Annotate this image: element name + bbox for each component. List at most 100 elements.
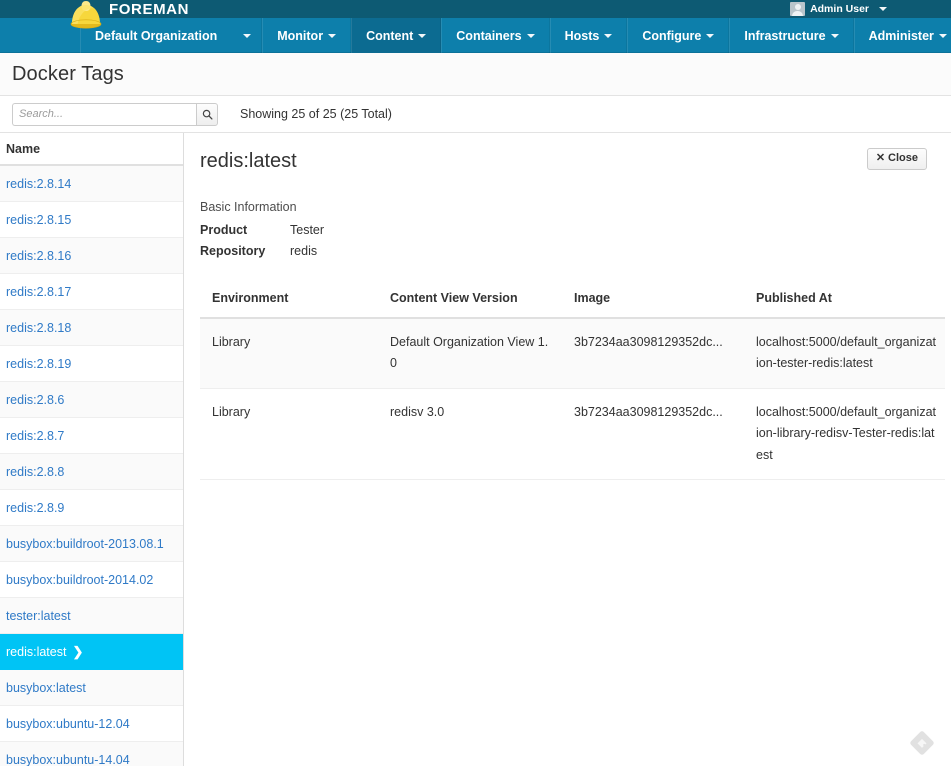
nav-item-configure[interactable]: Configure — [627, 18, 729, 53]
list-item-label: busybox:ubuntu-14.04 — [6, 753, 130, 767]
cell-image: 3b7234aa3098129352dc... — [562, 318, 744, 389]
field-repository-value: redis — [290, 244, 317, 258]
chevron-down-icon — [939, 34, 947, 38]
nav-item-hosts[interactable]: Hosts — [550, 18, 628, 53]
list-item[interactable]: redis:2.8.19 ❯ — [0, 346, 183, 382]
list-item[interactable]: redis:2.8.16 ❯ — [0, 238, 183, 274]
table-header: Environment Content View Version Image P… — [200, 291, 945, 318]
cell-content-view-version: redisv 3.0 — [378, 388, 562, 480]
chevron-down-icon — [328, 34, 336, 38]
nav-label-administer: Administer — [869, 29, 934, 43]
cell-published-at: localhost:5000/default_organization-test… — [744, 318, 945, 389]
nav-item-infrastructure[interactable]: Infrastructure — [729, 18, 853, 53]
column-header-published-at: Published At — [744, 291, 945, 318]
nav-item-administer[interactable]: Administer — [854, 18, 951, 53]
cell-environment: Library — [200, 318, 378, 389]
nav-item-content[interactable]: Content — [351, 18, 441, 53]
search-icon — [202, 109, 213, 120]
list-item[interactable]: redis:2.8.6 ❯ — [0, 382, 183, 418]
list-item-label: redis:2.8.18 — [6, 321, 71, 335]
list-item-label: redis:2.8.17 — [6, 285, 71, 299]
cell-environment: Library — [200, 388, 378, 480]
table-body: Library Default Organization View 1.0 3b… — [200, 318, 945, 480]
feed-badge-icon[interactable] — [909, 730, 935, 756]
tag-list-sidebar: Name redis:2.8.14 ❯ redis:2.8.15 ❯ redis… — [0, 133, 184, 766]
close-button-label: Close — [888, 152, 918, 164]
page-title: Docker Tags — [12, 63, 124, 86]
detail-panel: redis:latest ✕Close Basic Information Pr… — [184, 133, 951, 766]
field-repository: Repository redis — [200, 244, 951, 258]
caret-down-icon — [879, 7, 887, 11]
result-count-label: Showing 25 of 25 (25 Total) — [240, 107, 392, 121]
list-item[interactable]: busybox:buildroot-2014.02 ❯ — [0, 562, 183, 598]
list-item[interactable]: busybox:latest ❯ — [0, 670, 183, 706]
user-avatar-icon — [790, 2, 805, 16]
hardhat-icon — [69, 0, 103, 29]
list-item-label: redis:2.8.15 — [6, 213, 71, 227]
field-product-label: Product — [200, 223, 290, 237]
table-header-row: Environment Content View Version Image P… — [200, 291, 945, 318]
chevron-down-icon — [527, 34, 535, 38]
list-item[interactable]: tester:latest ❯ — [0, 598, 183, 634]
nav-label-hosts: Hosts — [565, 29, 600, 43]
user-menu[interactable]: Admin User — [790, 0, 887, 18]
list-item[interactable]: redis:2.8.14 ❯ — [0, 166, 183, 202]
list-item[interactable]: busybox:ubuntu-14.04 ❯ — [0, 742, 183, 766]
close-button[interactable]: ✕Close — [867, 148, 927, 170]
list-item[interactable]: busybox:buildroot-2013.08.1 ❯ — [0, 526, 183, 562]
cell-published-at: localhost:5000/default_organization-libr… — [744, 388, 945, 480]
list-item[interactable]: redis:2.8.9 ❯ — [0, 490, 183, 526]
search-input[interactable] — [12, 103, 196, 126]
search-button[interactable] — [196, 103, 218, 126]
nav-label-monitor: Monitor — [277, 29, 323, 43]
list-item-label: busybox:ubuntu-12.04 — [6, 717, 130, 731]
brand[interactable]: FOREMAN — [75, 0, 189, 18]
column-header-environment: Environment — [200, 291, 378, 318]
list-item-label: redis:2.8.8 — [6, 465, 64, 479]
page-header: Docker Tags — [0, 53, 951, 96]
chevron-right-icon: ❯ — [72, 644, 83, 660]
list-toolbar: Showing 25 of 25 (25 Total) — [0, 96, 951, 133]
list-item-label: busybox:buildroot-2013.08.1 — [6, 537, 164, 551]
chevron-down-icon — [243, 34, 251, 38]
list-item[interactable]: redis:2.8.7 ❯ — [0, 418, 183, 454]
nav-item-organization[interactable]: Default Organization — [80, 18, 262, 53]
field-product-value: Tester — [290, 223, 324, 237]
nav-label-content: Content — [366, 29, 413, 43]
list-item-label: redis:2.8.6 — [6, 393, 64, 407]
detail-title: redis:latest — [200, 150, 951, 173]
list-item[interactable]: busybox:ubuntu-12.04 ❯ — [0, 706, 183, 742]
basic-information-heading: Basic Information — [200, 200, 951, 214]
list-item-label: redis:latest — [6, 645, 66, 659]
chevron-down-icon — [604, 34, 612, 38]
cell-content-view-version: Default Organization View 1.0 — [378, 318, 562, 389]
nav-item-monitor[interactable]: Monitor — [262, 18, 351, 53]
nav-label-configure: Configure — [642, 29, 701, 43]
nav-label-organization: Default Organization — [95, 29, 217, 43]
list-item-label: redis:2.8.19 — [6, 357, 71, 371]
cell-image: 3b7234aa3098129352dc... — [562, 388, 744, 480]
close-x-icon: ✕ — [876, 152, 885, 164]
table-row: Library redisv 3.0 3b7234aa3098129352dc.… — [200, 388, 945, 480]
content-area: Name redis:2.8.14 ❯ redis:2.8.15 ❯ redis… — [0, 133, 951, 766]
search-group — [12, 103, 218, 126]
nav-item-containers[interactable]: Containers — [441, 18, 549, 53]
field-product: Product Tester — [200, 223, 951, 237]
chevron-down-icon — [706, 34, 714, 38]
user-name: Admin User — [810, 3, 869, 15]
nav-label-infrastructure: Infrastructure — [744, 29, 825, 43]
chevron-down-icon — [831, 34, 839, 38]
nav-label-containers: Containers — [456, 29, 521, 43]
list-item-selected[interactable]: redis:latest ❯ — [0, 634, 183, 670]
top-bar: FOREMAN Admin User — [0, 0, 951, 18]
chevron-down-icon — [418, 34, 426, 38]
list-item[interactable]: redis:2.8.18 ❯ — [0, 310, 183, 346]
list-item-label: busybox:buildroot-2014.02 — [6, 573, 153, 587]
list-item-label: redis:2.8.16 — [6, 249, 71, 263]
list-item[interactable]: redis:2.8.17 ❯ — [0, 274, 183, 310]
sidebar-column-header-name: Name — [0, 133, 183, 166]
list-item-label: tester:latest — [6, 609, 71, 623]
list-item-label: busybox:latest — [6, 681, 86, 695]
list-item[interactable]: redis:2.8.15 ❯ — [0, 202, 183, 238]
list-item[interactable]: redis:2.8.8 ❯ — [0, 454, 183, 490]
